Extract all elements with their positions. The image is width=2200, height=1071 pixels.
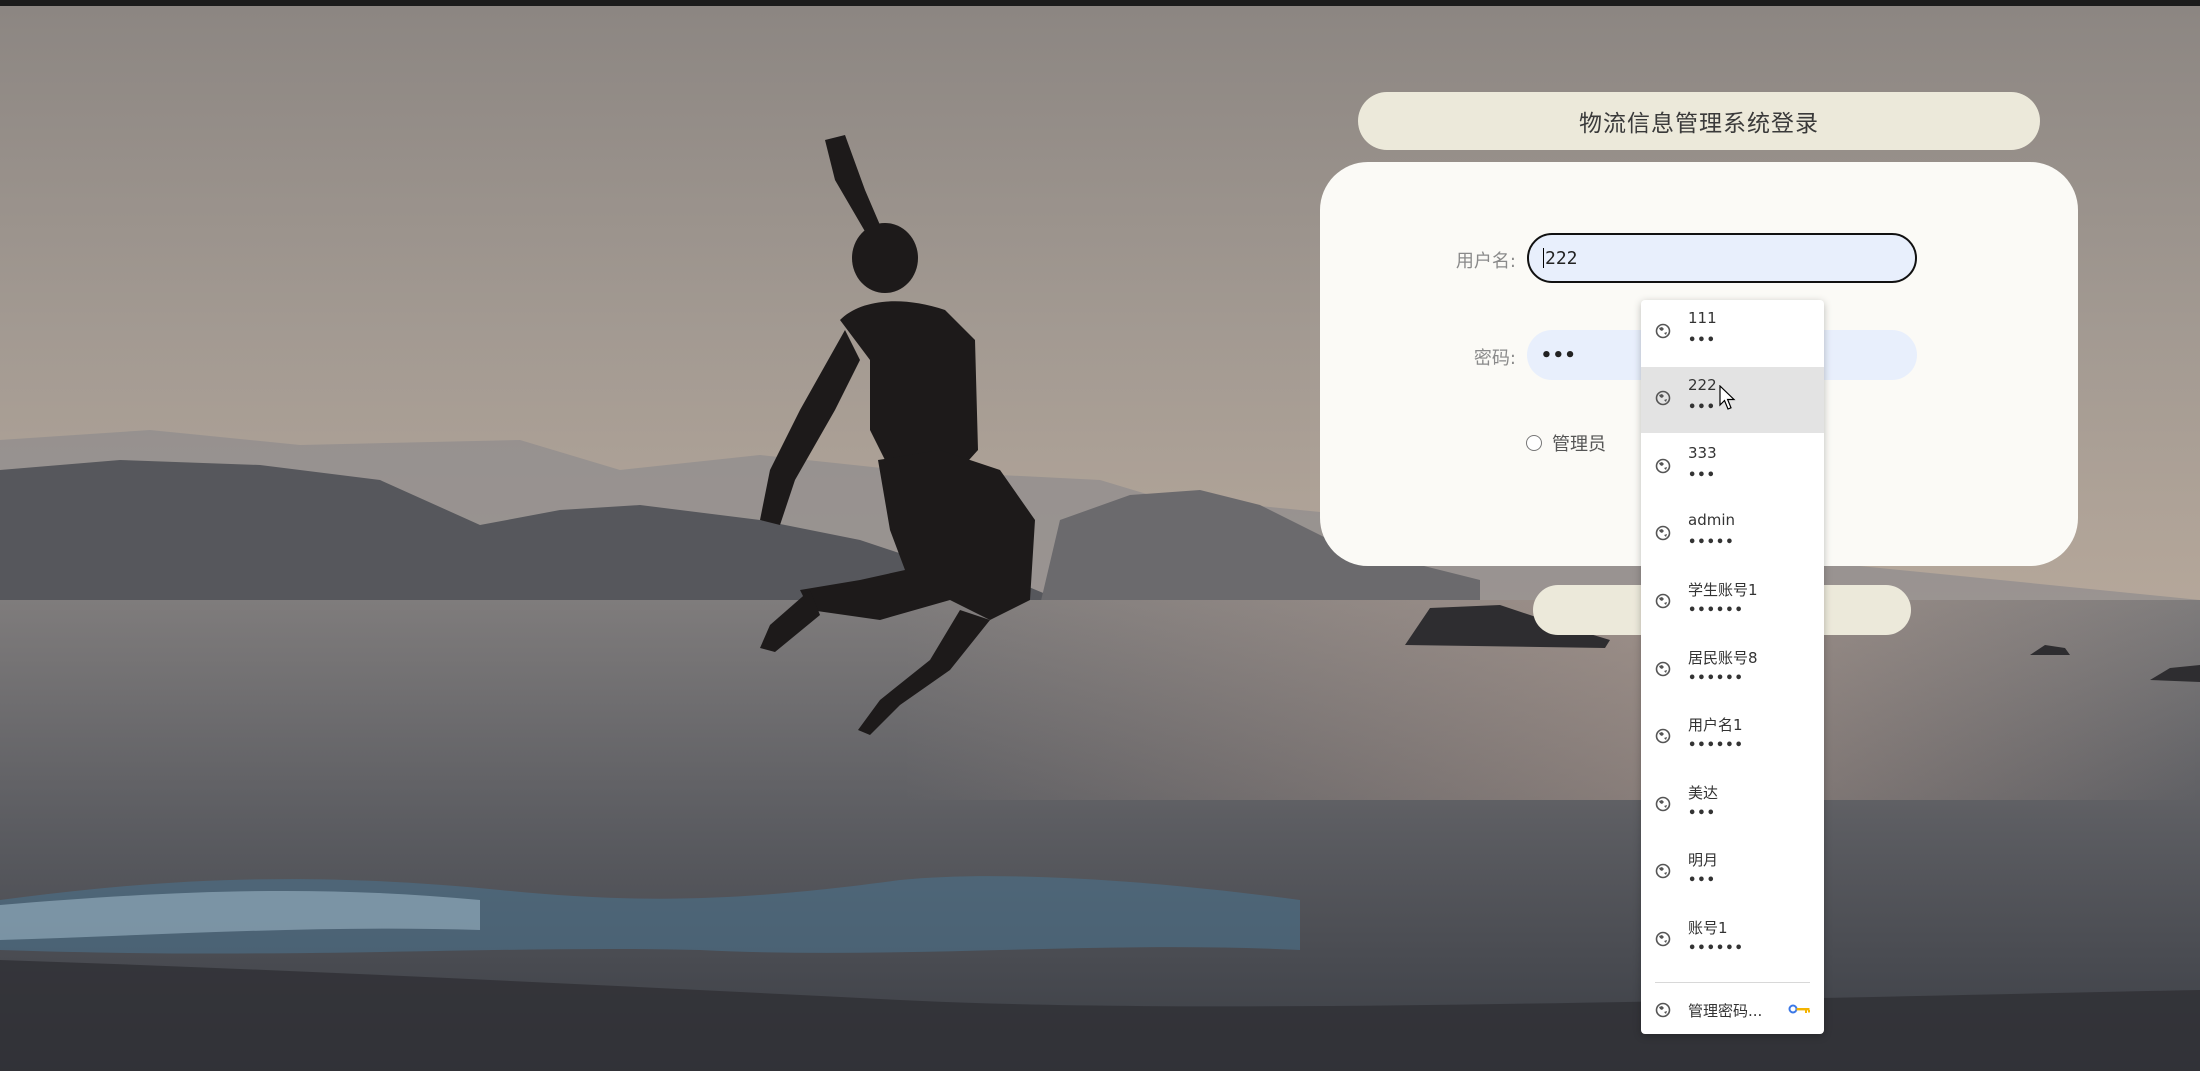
username-input[interactable]: 222 [1527,233,1917,283]
username-input-value: 222 [1545,247,1578,269]
autofill-entry[interactable]: 明月 ••• [1641,840,1824,906]
globe-icon [1655,593,1671,609]
password-label: 密码: [1473,348,1516,369]
autofill-username: 用户名1 [1688,716,1743,734]
key-icon [1788,1004,1810,1014]
autofill-password: ••• [1688,400,1716,415]
autofill-username: 111 [1688,309,1717,327]
manage-passwords-item[interactable]: 管理密码... [1641,988,1824,1032]
autofill-password: •••••• [1688,671,1744,686]
globe-icon [1655,931,1671,947]
autofill-entry[interactable]: 账号1 •••••• [1641,908,1824,974]
password-input-value: ••• [1541,344,1577,366]
autofill-entry[interactable]: admin ••••• [1641,502,1824,568]
dropdown-divider [1655,982,1810,983]
autofill-username: 222 [1688,376,1717,394]
autofill-username: 美达 [1688,784,1719,802]
autofill-username: 居民账号8 [1688,649,1758,667]
autofill-entry[interactable]: 111 ••• [1641,300,1824,366]
autofill-entry[interactable]: 学生账号1 •••••• [1641,570,1824,636]
manage-passwords-label: 管理密码... [1688,1002,1763,1020]
autofill-username: 账号1 [1688,919,1728,937]
radio-button[interactable] [1526,435,1542,451]
autofill-password: •••••• [1688,941,1744,956]
globe-icon [1655,863,1671,879]
autofill-password: ••• [1688,333,1716,348]
autofill-entry[interactable]: 居民账号8 •••••• [1641,638,1824,704]
autofill-password: •••••• [1688,603,1744,618]
autofill-password: •••••• [1688,738,1744,753]
globe-icon [1655,796,1671,812]
globe-icon [1655,323,1671,339]
autofill-username: 学生账号1 [1688,581,1758,599]
globe-icon [1655,1002,1671,1018]
globe-icon [1655,525,1671,541]
autofill-username: 明月 [1688,851,1719,869]
role-option-admin[interactable]: 管理员 [1526,430,1606,456]
autofill-username: admin [1688,511,1735,529]
autofill-username: 333 [1688,444,1717,462]
globe-icon [1655,661,1671,677]
autofill-password: ••• [1688,873,1716,888]
autofill-entry[interactable]: 用户名1 •••••• [1641,705,1824,771]
text-caret [1543,248,1544,268]
autofill-dropdown: 111 ••• 222 ••• 333 ••• admin ••••• 学生账号… [1641,300,1824,1034]
autofill-entry[interactable]: 222 ••• [1641,367,1824,433]
globe-icon [1655,458,1671,474]
autofill-password: ••• [1688,806,1716,821]
autofill-entry[interactable]: 美达 ••• [1641,773,1824,839]
globe-icon [1655,390,1671,406]
autofill-password: ••••• [1688,535,1735,550]
globe-icon [1655,728,1671,744]
login-title: 物流信息管理系统登录 [1358,92,2040,150]
username-label: 用户名: [1455,251,1516,272]
autofill-entry[interactable]: 333 ••• [1641,435,1824,501]
role-option-label: 管理员 [1552,434,1606,455]
autofill-password: ••• [1688,468,1716,483]
